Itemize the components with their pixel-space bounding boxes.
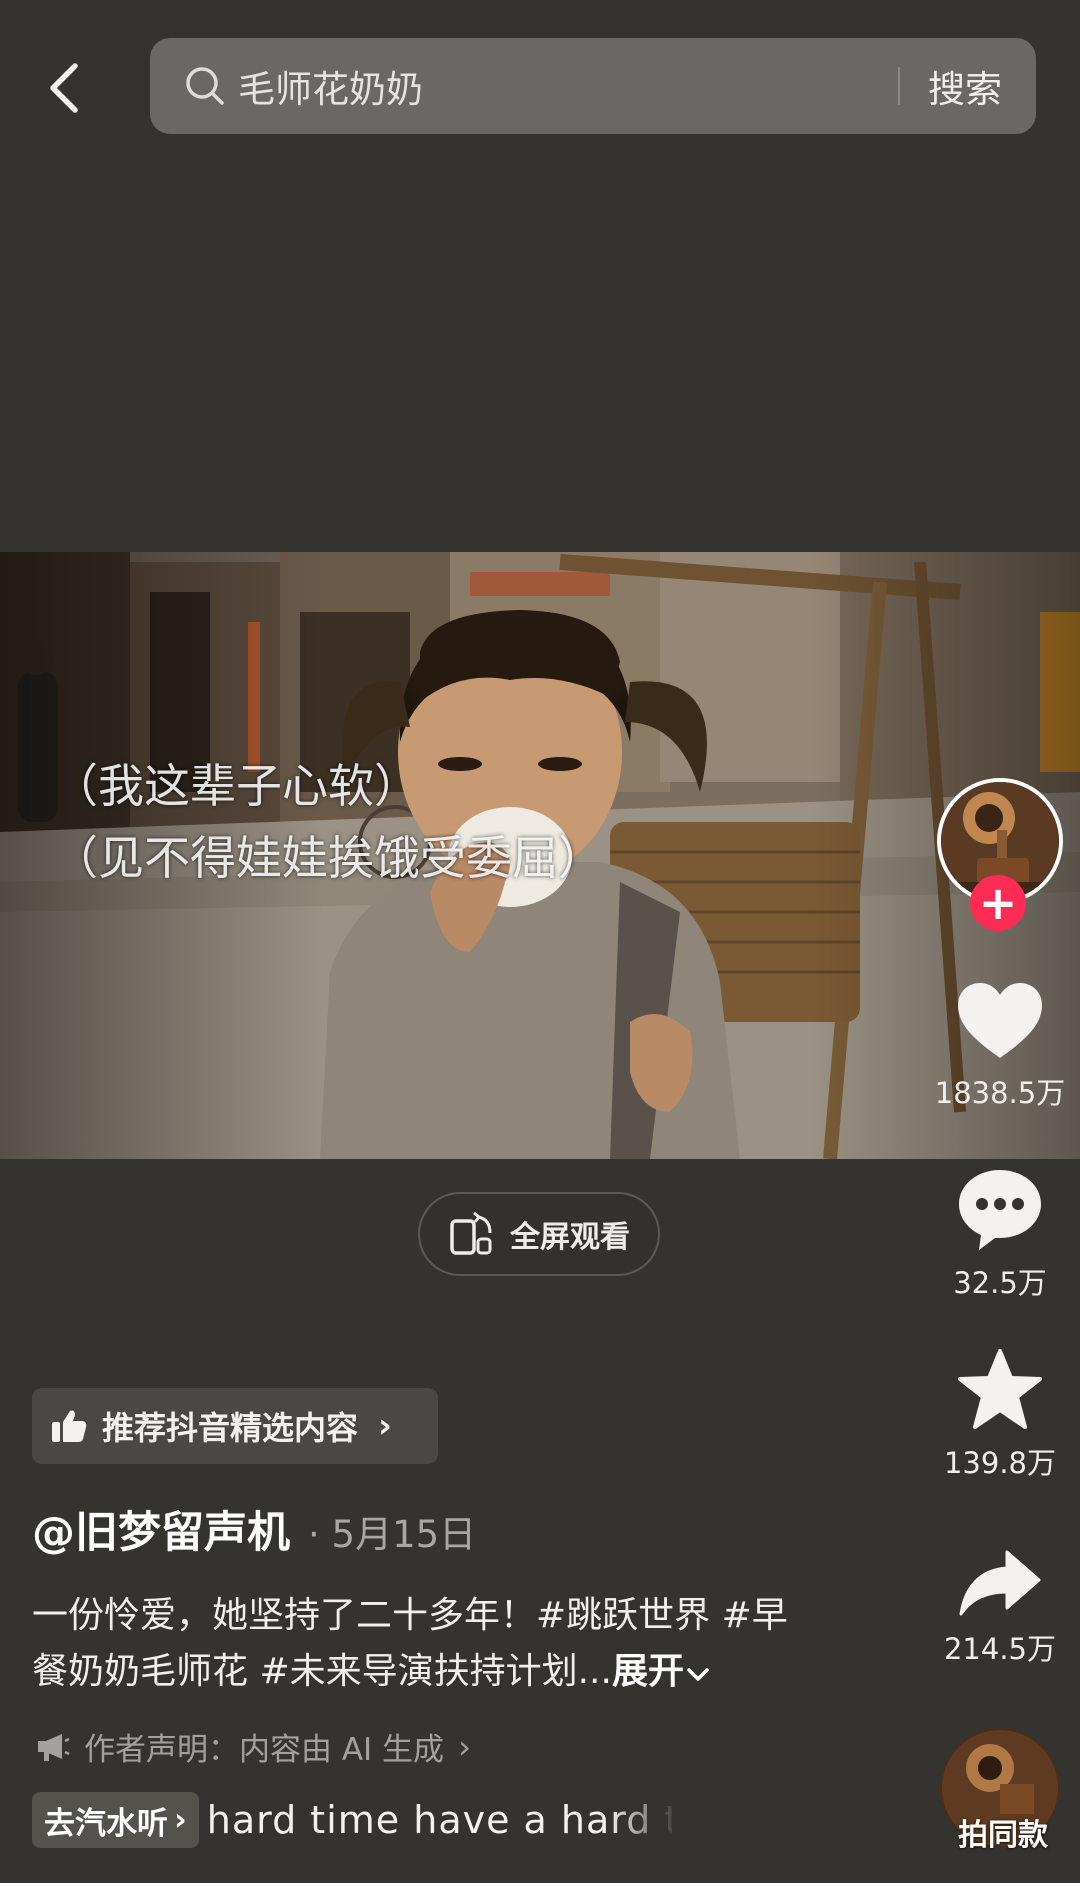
video-subtitle-line-2: （见不得娃娃挨饿受委屈） bbox=[52, 831, 604, 885]
megaphone-icon bbox=[38, 1733, 70, 1761]
search-divider bbox=[898, 67, 900, 105]
back-button[interactable] bbox=[38, 52, 90, 124]
post-date: · 5月15日 bbox=[308, 1504, 476, 1558]
recommend-chip[interactable]: 推荐抖音精选内容 › bbox=[32, 1388, 438, 1464]
search-button[interactable]: 搜索 bbox=[928, 59, 1002, 113]
search-input[interactable] bbox=[238, 56, 898, 116]
comment-count: 32.5万 bbox=[953, 1266, 1047, 1300]
recommend-label: 推荐抖音精选内容 bbox=[102, 1409, 359, 1447]
ai-notice-text: 作者声明：内容由 AI 生成 bbox=[84, 1732, 445, 1768]
thumbs-up-icon bbox=[52, 1410, 87, 1442]
favorite-action[interactable]: 139.8万 bbox=[920, 1348, 1080, 1482]
expand-button[interactable]: 展开 bbox=[612, 1651, 710, 1692]
share-count: 214.5万 bbox=[943, 1632, 1057, 1666]
search-icon bbox=[186, 67, 224, 105]
same-style-button[interactable]: 拍同款 bbox=[940, 1728, 1066, 1858]
share-arrow-icon bbox=[959, 1550, 1041, 1616]
rotate-fullscreen-icon bbox=[450, 1211, 492, 1255]
like-action[interactable]: 1838.5万 bbox=[920, 980, 1080, 1112]
same-style-label: 拍同款 bbox=[958, 1818, 1048, 1853]
chevron-right-icon: › bbox=[378, 1406, 393, 1446]
comment-icon bbox=[959, 1170, 1041, 1250]
video-player[interactable]: （我这辈子心软） （见不得娃娃挨饿受委屈） bbox=[0, 552, 1080, 1159]
video-caption: 一份怜爱，她坚持了二十多年！#跳跃世界 #早餐奶奶毛师花 #未来导演扶持计划..… bbox=[32, 1588, 812, 1700]
chevron-down-icon bbox=[687, 1668, 709, 1681]
star-icon bbox=[958, 1349, 1042, 1429]
chevron-right-icon: › bbox=[174, 1802, 187, 1838]
date-value: 5月15日 bbox=[331, 1513, 477, 1556]
chevron-left-icon bbox=[50, 63, 78, 113]
fullscreen-button[interactable]: 全屏观看 bbox=[418, 1192, 660, 1276]
video-subtitle-line-1: （我这辈子心软） bbox=[52, 759, 420, 813]
music-chip[interactable]: 去汽水听 › bbox=[32, 1792, 199, 1848]
author-line: @旧梦留声机 · 5月15日 bbox=[32, 1498, 476, 1560]
heart-icon bbox=[958, 983, 1042, 1058]
author-name[interactable]: @旧梦留声机 bbox=[32, 1498, 290, 1560]
like-count: 1838.5万 bbox=[934, 1076, 1066, 1110]
search-bar[interactable]: 搜索 bbox=[150, 38, 1036, 134]
comment-action[interactable]: 32.5万 bbox=[920, 1166, 1080, 1302]
favorite-count: 139.8万 bbox=[943, 1446, 1057, 1480]
fullscreen-label: 全屏观看 bbox=[510, 1220, 630, 1255]
follow-plus-button[interactable]: + bbox=[970, 875, 1026, 931]
music-row: 去汽水听 › hard time have a hard t bbox=[32, 1792, 672, 1848]
music-title-marquee[interactable]: hard time have a hard t bbox=[207, 1798, 672, 1842]
share-action[interactable]: 214.5万 bbox=[920, 1548, 1080, 1668]
date-separator: · bbox=[308, 1513, 320, 1556]
author-avatar[interactable]: + bbox=[937, 778, 1065, 931]
ai-notice[interactable]: 作者声明：内容由 AI 生成 › bbox=[36, 1724, 471, 1769]
music-chip-label: 去汽水听 bbox=[44, 1805, 168, 1842]
expand-label: 展开 bbox=[611, 1651, 684, 1692]
chevron-right-icon: › bbox=[458, 1727, 471, 1766]
